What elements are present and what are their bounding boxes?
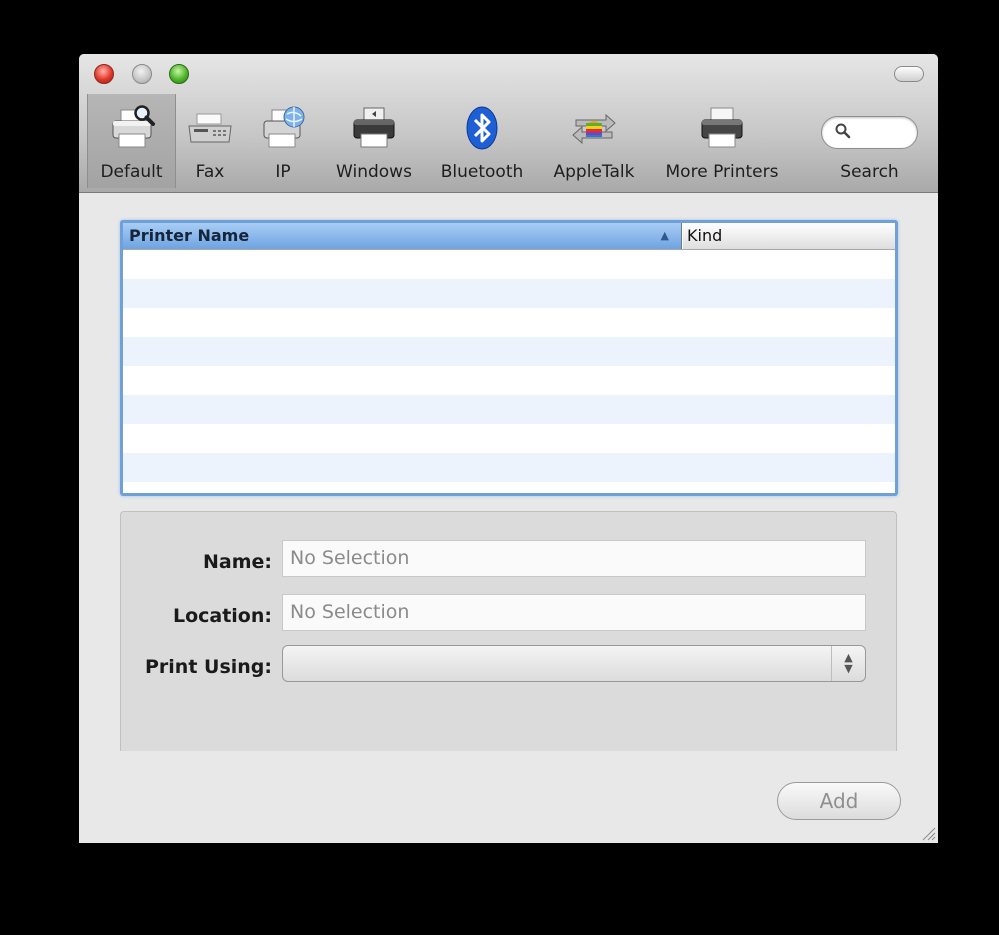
kind-column-label: Kind <box>687 226 723 245</box>
table-row[interactable] <box>123 366 895 395</box>
toolbar-ip-label: IP <box>275 162 291 182</box>
toolbar-fax-label: Fax <box>195 162 225 182</box>
resize-grip-icon[interactable] <box>920 825 936 841</box>
print-using-popup[interactable]: ▲ ▼ <box>282 645 866 682</box>
search-label: Search <box>840 162 899 182</box>
toolbar-bluetooth-button[interactable]: Bluetooth <box>434 94 530 188</box>
bluetooth-icon <box>466 106 498 150</box>
windows-printer-icon <box>353 107 395 148</box>
table-row[interactable] <box>123 279 895 308</box>
printer-details-panel: Name: No Selection Location: No Selectio… <box>120 511 897 751</box>
popup-arrows-icon: ▲ ▼ <box>831 646 865 681</box>
printer-name-column-label: Printer Name <box>129 226 250 245</box>
kind-column-header[interactable]: Kind <box>683 223 895 249</box>
print-using-label: Print Using: <box>144 656 272 678</box>
zoom-window-button[interactable] <box>169 64 189 84</box>
name-field[interactable]: No Selection <box>282 540 866 577</box>
more-printers-icon <box>701 107 743 148</box>
toolbar-windows-button[interactable]: Windows <box>331 94 417 188</box>
appletalk-icon <box>572 113 616 145</box>
toolbar-fax-button[interactable]: Fax <box>182 94 238 188</box>
toolbar-ip-button[interactable]: IP <box>255 94 311 188</box>
table-row[interactable] <box>123 424 895 453</box>
toolbar-appletalk-label: AppleTalk <box>553 162 635 182</box>
table-row[interactable] <box>123 395 895 424</box>
toolbar-toggle-button[interactable] <box>894 66 924 82</box>
close-window-button[interactable] <box>94 64 114 84</box>
window-toolbar: Default Fax IP Windows Bluetooth AppleTa… <box>79 54 938 193</box>
toolbar-default-label: Default <box>100 162 163 182</box>
toolbar-more-printers-label: More Printers <box>665 162 779 182</box>
location-field[interactable]: No Selection <box>282 594 866 631</box>
toolbar-windows-label: Windows <box>336 162 412 182</box>
search-field[interactable] <box>821 116 918 149</box>
search-icon <box>835 123 851 139</box>
add-button[interactable]: Add <box>777 782 901 820</box>
minimize-window-button[interactable] <box>132 64 152 84</box>
fax-icon <box>188 113 232 143</box>
table-row[interactable] <box>123 308 895 337</box>
location-label: Location: <box>172 605 272 627</box>
printer-list-table[interactable]: Printer Name ▲ Kind <box>120 220 898 496</box>
default-printer-browser-icon <box>112 105 155 148</box>
toolbar-default-button[interactable]: Default <box>87 94 176 188</box>
name-label: Name: <box>202 551 272 573</box>
add-printer-window: Default Fax IP Windows Bluetooth AppleTa… <box>79 54 938 843</box>
table-row[interactable] <box>123 337 895 366</box>
table-row[interactable] <box>123 250 895 279</box>
toolbar-appletalk-button[interactable]: AppleTalk <box>542 94 646 188</box>
table-header: Printer Name ▲ Kind <box>123 223 895 250</box>
printer-name-column-header[interactable]: Printer Name ▲ <box>123 223 682 249</box>
ip-printer-icon <box>263 106 305 148</box>
sort-ascending-icon: ▲ <box>660 229 669 242</box>
toolbar-more-printers-button[interactable]: More Printers <box>655 94 789 188</box>
table-row[interactable] <box>123 453 895 482</box>
toolbar-bluetooth-label: Bluetooth <box>440 162 524 182</box>
